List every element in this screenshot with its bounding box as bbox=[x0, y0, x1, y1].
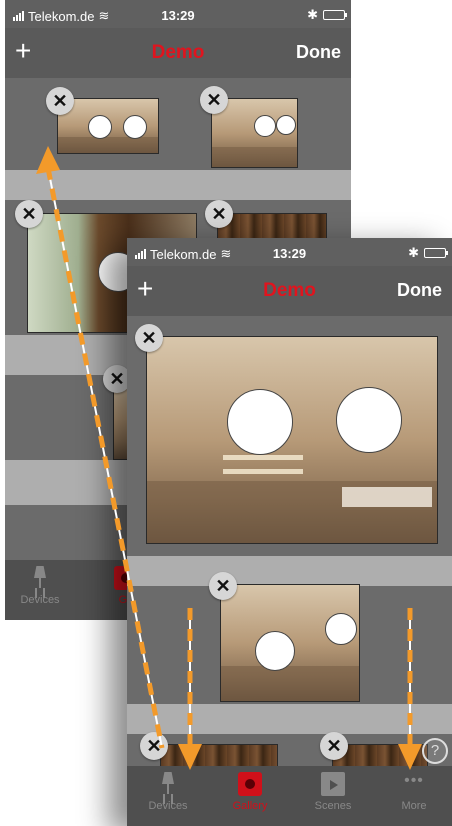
row-separator bbox=[127, 556, 452, 586]
row-separator bbox=[127, 704, 452, 734]
status-time: 13:29 bbox=[161, 8, 195, 23]
light-marker[interactable] bbox=[276, 115, 296, 135]
battery-icon bbox=[424, 248, 448, 258]
light-marker[interactable] bbox=[325, 613, 357, 645]
delete-photo-button[interactable]: ✕ bbox=[320, 732, 348, 760]
nav-bar: + Demo Done bbox=[127, 266, 452, 316]
tab-label: Devices bbox=[20, 594, 60, 606]
light-marker[interactable] bbox=[336, 387, 402, 453]
done-button[interactable]: Done bbox=[296, 42, 341, 63]
light-marker[interactable] bbox=[255, 631, 295, 671]
delete-photo-button[interactable]: ✕ bbox=[46, 87, 74, 115]
light-marker[interactable] bbox=[123, 115, 147, 139]
scenes-icon bbox=[321, 772, 345, 796]
delete-photo-button[interactable]: ✕ bbox=[205, 200, 233, 228]
delete-photo-button[interactable]: ✕ bbox=[15, 200, 43, 228]
tab-more[interactable]: ••• More bbox=[379, 772, 449, 812]
help-button[interactable]: ? bbox=[422, 738, 448, 764]
light-marker[interactable] bbox=[254, 115, 276, 137]
delete-photo-button[interactable]: ✕ bbox=[209, 572, 237, 600]
status-time: 13:29 bbox=[272, 246, 307, 261]
delete-photo-button[interactable]: ✕ bbox=[200, 86, 228, 114]
light-marker[interactable] bbox=[88, 115, 112, 139]
tab-scenes[interactable]: Scenes bbox=[298, 772, 368, 812]
tab-label: More bbox=[401, 800, 427, 812]
done-button[interactable]: Done bbox=[397, 280, 442, 301]
tab-devices[interactable]: Devices bbox=[133, 772, 203, 812]
lamp-icon bbox=[156, 772, 180, 796]
lamp-icon bbox=[28, 566, 52, 590]
tab-gallery[interactable]: Gallery bbox=[215, 772, 285, 812]
tab-label: Scenes bbox=[314, 800, 352, 812]
delete-photo-button[interactable]: ✕ bbox=[140, 732, 168, 760]
nav-bar: + Demo Done bbox=[5, 28, 351, 78]
tab-label: Gallery bbox=[232, 800, 268, 812]
bluetooth-icon: ✱ bbox=[307, 7, 318, 22]
bluetooth-icon: ✱ bbox=[408, 245, 419, 260]
room-photo[interactable] bbox=[220, 584, 360, 702]
light-marker[interactable] bbox=[227, 389, 293, 455]
tab-devices[interactable]: Devices bbox=[5, 566, 75, 606]
tab-bar: Devices Gallery Scenes ••• More bbox=[127, 766, 452, 826]
front-phone-screen: Telekom.de ≋ 13:29 ✱ + Demo Done ✕ ✕ ✕ ✕ bbox=[127, 238, 452, 826]
gallery-icon bbox=[238, 772, 262, 796]
more-icon: ••• bbox=[404, 772, 424, 789]
tab-label: Devices bbox=[148, 800, 188, 812]
delete-photo-button[interactable]: ✕ bbox=[135, 324, 163, 352]
room-photo[interactable] bbox=[146, 336, 438, 544]
row-separator bbox=[5, 170, 351, 200]
battery-icon bbox=[323, 10, 347, 20]
